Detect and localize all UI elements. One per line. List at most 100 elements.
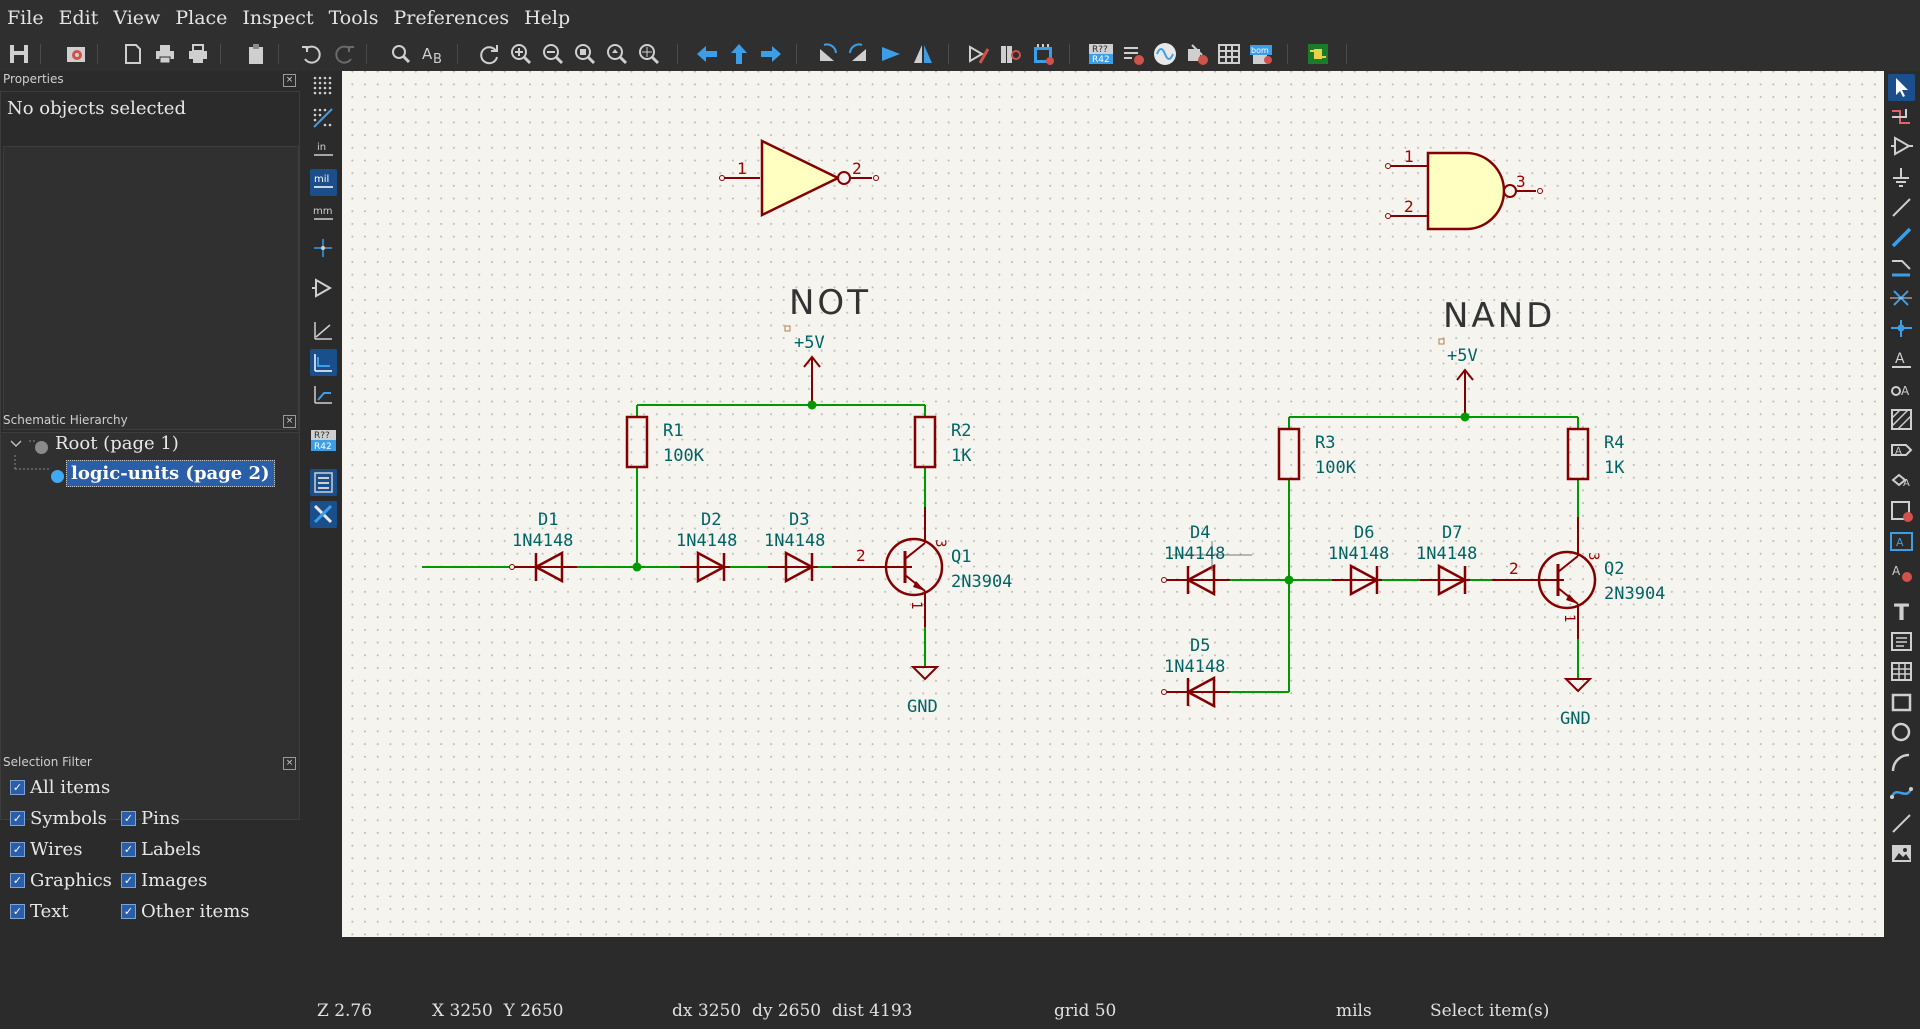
- hidden-pins-icon[interactable]: [310, 275, 337, 302]
- sheet-pin-icon[interactable]: A: [1888, 528, 1915, 555]
- paste-icon[interactable]: [243, 41, 269, 67]
- diode-d1[interactable]: D1 1N4148: [512, 510, 577, 584]
- not-gate-symbol[interactable]: 1 2: [719, 139, 879, 217]
- save-icon[interactable]: [6, 41, 32, 67]
- find-icon[interactable]: [388, 41, 414, 67]
- diode-d3[interactable]: D3 1N4148: [764, 510, 825, 584]
- menu-help[interactable]: Help: [517, 0, 578, 36]
- add-rectangle-icon[interactable]: [1888, 689, 1915, 716]
- units-mm-icon[interactable]: mm: [310, 201, 337, 228]
- ground-symbol[interactable]: GND: [1560, 678, 1593, 729]
- print-icon[interactable]: [152, 41, 178, 67]
- footprint-assign-icon[interactable]: [1030, 41, 1056, 67]
- wire[interactable]: [422, 404, 926, 667]
- close-icon[interactable]: ×: [283, 74, 296, 87]
- navigate-forward-icon[interactable]: [758, 41, 784, 67]
- rule-area-icon[interactable]: [1888, 406, 1915, 433]
- filter-pins[interactable]: ✓ Pins: [121, 808, 180, 829]
- grid-dots-icon[interactable]: [310, 73, 337, 100]
- power-symbol[interactable]: +5V: [794, 333, 825, 405]
- nand-label[interactable]: NAND: [1443, 296, 1555, 336]
- undo-icon[interactable]: [298, 41, 324, 67]
- symbol-browser-icon[interactable]: [998, 41, 1024, 67]
- menu-preferences[interactable]: Preferences: [387, 0, 518, 36]
- menu-inspect[interactable]: Inspect: [235, 0, 321, 36]
- erc-icon[interactable]: [1120, 41, 1146, 67]
- filter-symbols[interactable]: ✓ Symbols: [10, 808, 107, 829]
- page-settings-icon[interactable]: [119, 41, 145, 67]
- hierarchical-label-icon[interactable]: A: [1888, 467, 1915, 494]
- add-table-icon[interactable]: [1888, 658, 1915, 685]
- hierarchy-navigator-icon[interactable]: [310, 469, 337, 496]
- diode-d2[interactable]: D2 1N4148: [676, 510, 737, 584]
- close-icon[interactable]: ×: [283, 415, 296, 428]
- add-circle-icon[interactable]: [1888, 719, 1915, 746]
- tree-item-logic-units[interactable]: logic-units (page 2): [66, 460, 275, 487]
- add-sheet-icon[interactable]: [1888, 497, 1915, 524]
- refresh-icon[interactable]: [476, 41, 502, 67]
- annotation-badge-icon[interactable]: R?? R42: [310, 427, 337, 454]
- mirror-horizontal-icon[interactable]: [910, 41, 936, 67]
- resistor-r3[interactable]: R3 100K: [1277, 427, 1357, 481]
- properties-manager-icon[interactable]: [310, 501, 337, 528]
- add-wire-icon[interactable]: [1888, 194, 1915, 221]
- zoom-fit-icon[interactable]: [572, 41, 598, 67]
- menu-edit[interactable]: Edit: [52, 0, 107, 36]
- generate-bom-icon[interactable]: bom: [1248, 41, 1274, 67]
- menu-view[interactable]: View: [106, 0, 168, 36]
- redo-icon[interactable]: [332, 41, 358, 67]
- nand-gate-symbol[interactable]: 1 2 3: [1385, 147, 1543, 231]
- add-power-icon[interactable]: [1888, 164, 1915, 191]
- power-symbol[interactable]: +5V: [1447, 346, 1478, 417]
- resistor-r4[interactable]: R4 1K: [1566, 427, 1625, 481]
- navigate-back-icon[interactable]: [694, 41, 720, 67]
- select-arrow-icon[interactable]: [1888, 74, 1915, 101]
- schematic-setup-icon[interactable]: [63, 41, 89, 67]
- symbol-editor-icon[interactable]: [966, 41, 992, 67]
- annotate-icon[interactable]: R?? R42: [1088, 41, 1114, 67]
- filter-images[interactable]: ✓ Images: [121, 870, 207, 891]
- assign-footprints-icon[interactable]: [1184, 41, 1210, 67]
- filter-text[interactable]: ✓ Text: [10, 901, 69, 922]
- add-bezier-icon[interactable]: [1888, 779, 1915, 806]
- bom-table-icon[interactable]: [1216, 41, 1242, 67]
- simulator-icon[interactable]: [1152, 41, 1178, 67]
- navigate-up-icon[interactable]: [726, 41, 752, 67]
- filter-labels[interactable]: ✓ Labels: [121, 839, 201, 860]
- tree-item-root[interactable]: Root (page 1): [55, 433, 179, 454]
- grid-overrides-icon[interactable]: [310, 105, 337, 132]
- filter-graphics[interactable]: ✓ Graphics: [10, 870, 112, 891]
- netclass-flag-icon[interactable]: A: [1888, 376, 1915, 403]
- resistor-r1[interactable]: R1 100K: [625, 415, 705, 469]
- add-line-icon[interactable]: [1888, 810, 1915, 837]
- no-connect-icon[interactable]: [1888, 285, 1915, 312]
- add-arc-icon[interactable]: [1888, 749, 1915, 776]
- rotate-ccw-icon[interactable]: [814, 41, 840, 67]
- zoom-selection-icon[interactable]: [636, 41, 662, 67]
- resistor-r2[interactable]: R2 1K: [913, 415, 972, 469]
- line-mode-90-icon[interactable]: [310, 349, 337, 376]
- units-mil-icon[interactable]: mil: [310, 169, 337, 196]
- ground-symbol[interactable]: GND: [907, 666, 940, 717]
- filter-all-items[interactable]: ✓ All items: [10, 777, 110, 798]
- filter-other-items[interactable]: ✓ Other items: [121, 901, 250, 922]
- label-icon[interactable]: A: [1888, 346, 1915, 373]
- units-inch-icon[interactable]: in: [310, 137, 337, 164]
- bus-entry-icon[interactable]: [1888, 255, 1915, 282]
- diode-d5[interactable]: D5 1N4148: [1164, 636, 1230, 709]
- menu-place[interactable]: Place: [168, 0, 235, 36]
- transistor-q2[interactable]: 2 3 1 Q2 2N3904: [1492, 517, 1665, 639]
- diode-d4[interactable]: D4 1N4148: [1164, 523, 1252, 597]
- schematic-canvas[interactable]: 1 2 NOT 1 2 3 NAND +5V R1 100K R2 1K D1 …: [342, 71, 1884, 937]
- add-image-icon[interactable]: [1888, 840, 1915, 867]
- filter-wires[interactable]: ✓ Wires: [10, 839, 82, 860]
- highlight-net-icon[interactable]: [1888, 103, 1915, 130]
- add-textbox-icon[interactable]: [1888, 628, 1915, 655]
- line-mode-free-icon[interactable]: [310, 317, 337, 344]
- not-label[interactable]: NOT: [789, 283, 871, 323]
- diode-d6[interactable]: D6 1N4148: [1328, 523, 1389, 597]
- mirror-vertical-icon[interactable]: [878, 41, 904, 67]
- close-icon[interactable]: ×: [283, 757, 296, 770]
- pcb-editor-icon[interactable]: [1305, 41, 1331, 67]
- global-label-icon[interactable]: A: [1888, 437, 1915, 464]
